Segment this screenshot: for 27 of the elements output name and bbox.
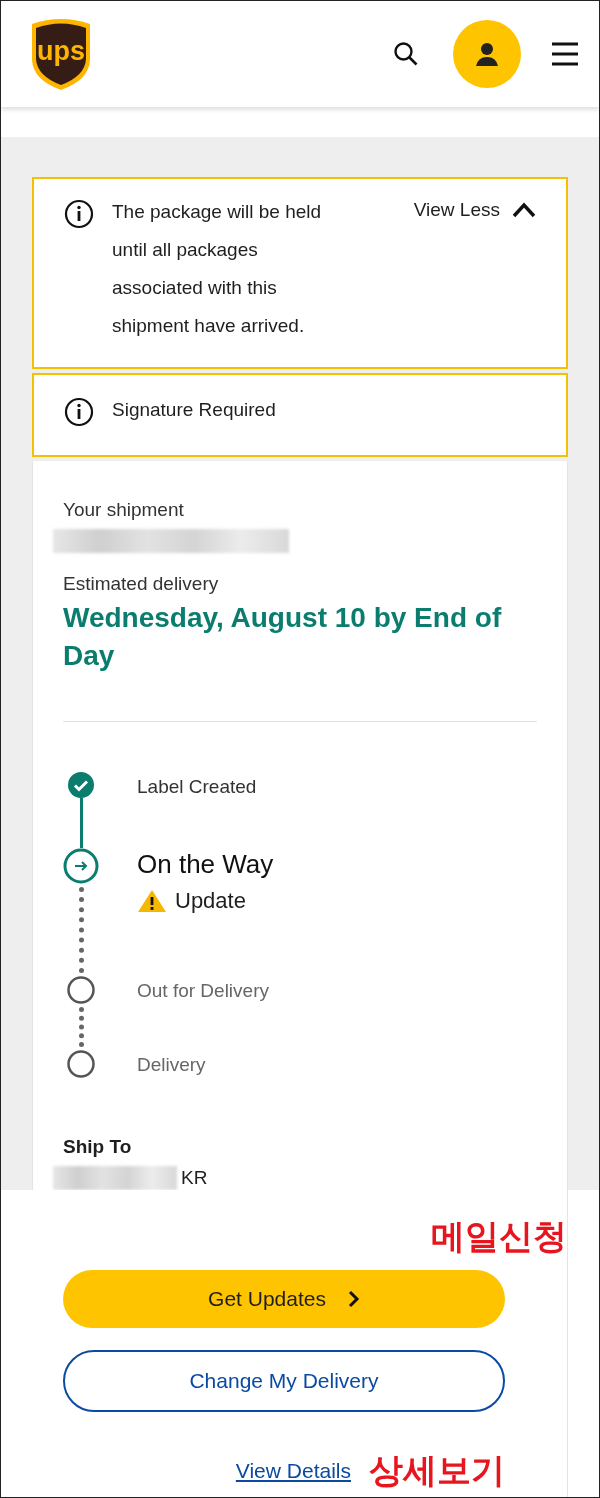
estimated-delivery: Wednesday, August 10 by End of Day (63, 601, 503, 673)
step-label: Out for Delivery (137, 979, 269, 1003)
chevron-right-icon (347, 1290, 360, 1308)
view-details-link[interactable]: View Details (235, 1459, 351, 1483)
step-label: On the Way (137, 848, 274, 880)
info-icon (64, 397, 94, 427)
alert-text: The package will be held until all packages associated with this shipment have arrived. (112, 200, 323, 338)
step-label: Delivery (137, 1053, 206, 1077)
step-label: Label Created (137, 775, 257, 799)
info-icon (64, 199, 94, 229)
alert-text: Signature Required (112, 398, 277, 422)
logo[interactable]: ups (29, 16, 93, 92)
menu-icon[interactable] (551, 42, 579, 66)
estimate-label: Estimated delivery (63, 573, 220, 595)
warning-icon (137, 889, 167, 913)
person-icon (474, 41, 500, 67)
annotation-text: 상세보기 (369, 1449, 505, 1492)
change-delivery-button[interactable]: Change My Delivery (63, 1350, 505, 1412)
caret-up-icon (512, 202, 536, 218)
get-updates-button[interactable]: Get Updates (63, 1270, 505, 1328)
view-less-toggle[interactable]: View Less (413, 199, 536, 221)
ship-to-label: Ship To (63, 1136, 133, 1158)
shipment-label: Your shipment (63, 499, 185, 521)
annotation-text: 메일신청 (431, 1215, 567, 1258)
search-icon[interactable] (393, 41, 419, 67)
update-notice: Update (137, 888, 274, 914)
ship-to-country: KR (181, 1167, 208, 1189)
